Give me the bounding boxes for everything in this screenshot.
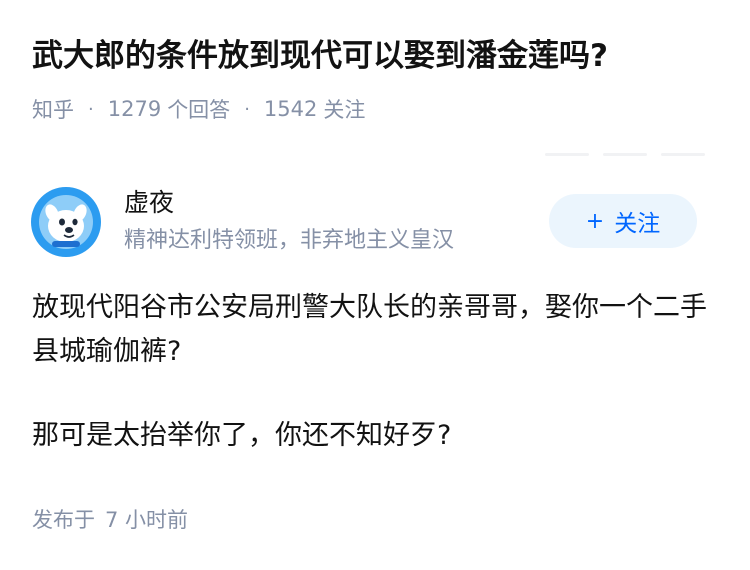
follow-count: 1542 <box>263 97 318 121</box>
separator-dot: · <box>88 98 94 120</box>
avatar[interactable] <box>30 186 102 258</box>
answer-content: 放现代阳谷市公安局刑警大队长的亲哥哥，娶你一个二手县城瑜伽裤? 那可是太抬举你了… <box>32 286 722 458</box>
separator-dot: · <box>244 98 250 120</box>
author-name[interactable]: 虚夜 <box>124 186 174 220</box>
faint-divider <box>545 153 705 156</box>
answer-paragraph: 放现代阳谷市公安局刑警大队长的亲哥哥，娶你一个二手县城瑜伽裤? <box>32 292 707 367</box>
answer-count-label: 个回答 <box>167 98 231 122</box>
plus-icon: + <box>585 208 605 234</box>
answer-card: 武大郎的条件放到现代可以娶到潘金莲吗? 知乎 · 1279 个回答 · 1542… <box>0 0 750 570</box>
cartoon-dog-avatar-icon <box>31 187 101 257</box>
follow-button[interactable]: + 关注 <box>549 194 697 248</box>
question-meta: 知乎 · 1279 个回答 · 1542 关注 <box>32 92 365 126</box>
follow-count-label: 关注 <box>323 98 366 122</box>
answer-paragraph: 那可是太抬举你了，你还不知好歹? <box>32 420 452 451</box>
publish-time-prefix: 发布于 <box>32 508 95 532</box>
publish-time-value: 7 小时前 <box>105 508 189 532</box>
follow-button-label: 关注 <box>614 211 661 237</box>
author-bio: 精神达利特领班，非弃地主义皇汉 <box>124 228 455 253</box>
question-title[interactable]: 武大郎的条件放到现代可以娶到潘金莲吗? <box>32 34 732 78</box>
publish-time: 发布于 7 小时前 <box>32 504 188 536</box>
answer-count: 1279 <box>107 97 162 121</box>
source-label[interactable]: 知乎 <box>32 94 74 124</box>
